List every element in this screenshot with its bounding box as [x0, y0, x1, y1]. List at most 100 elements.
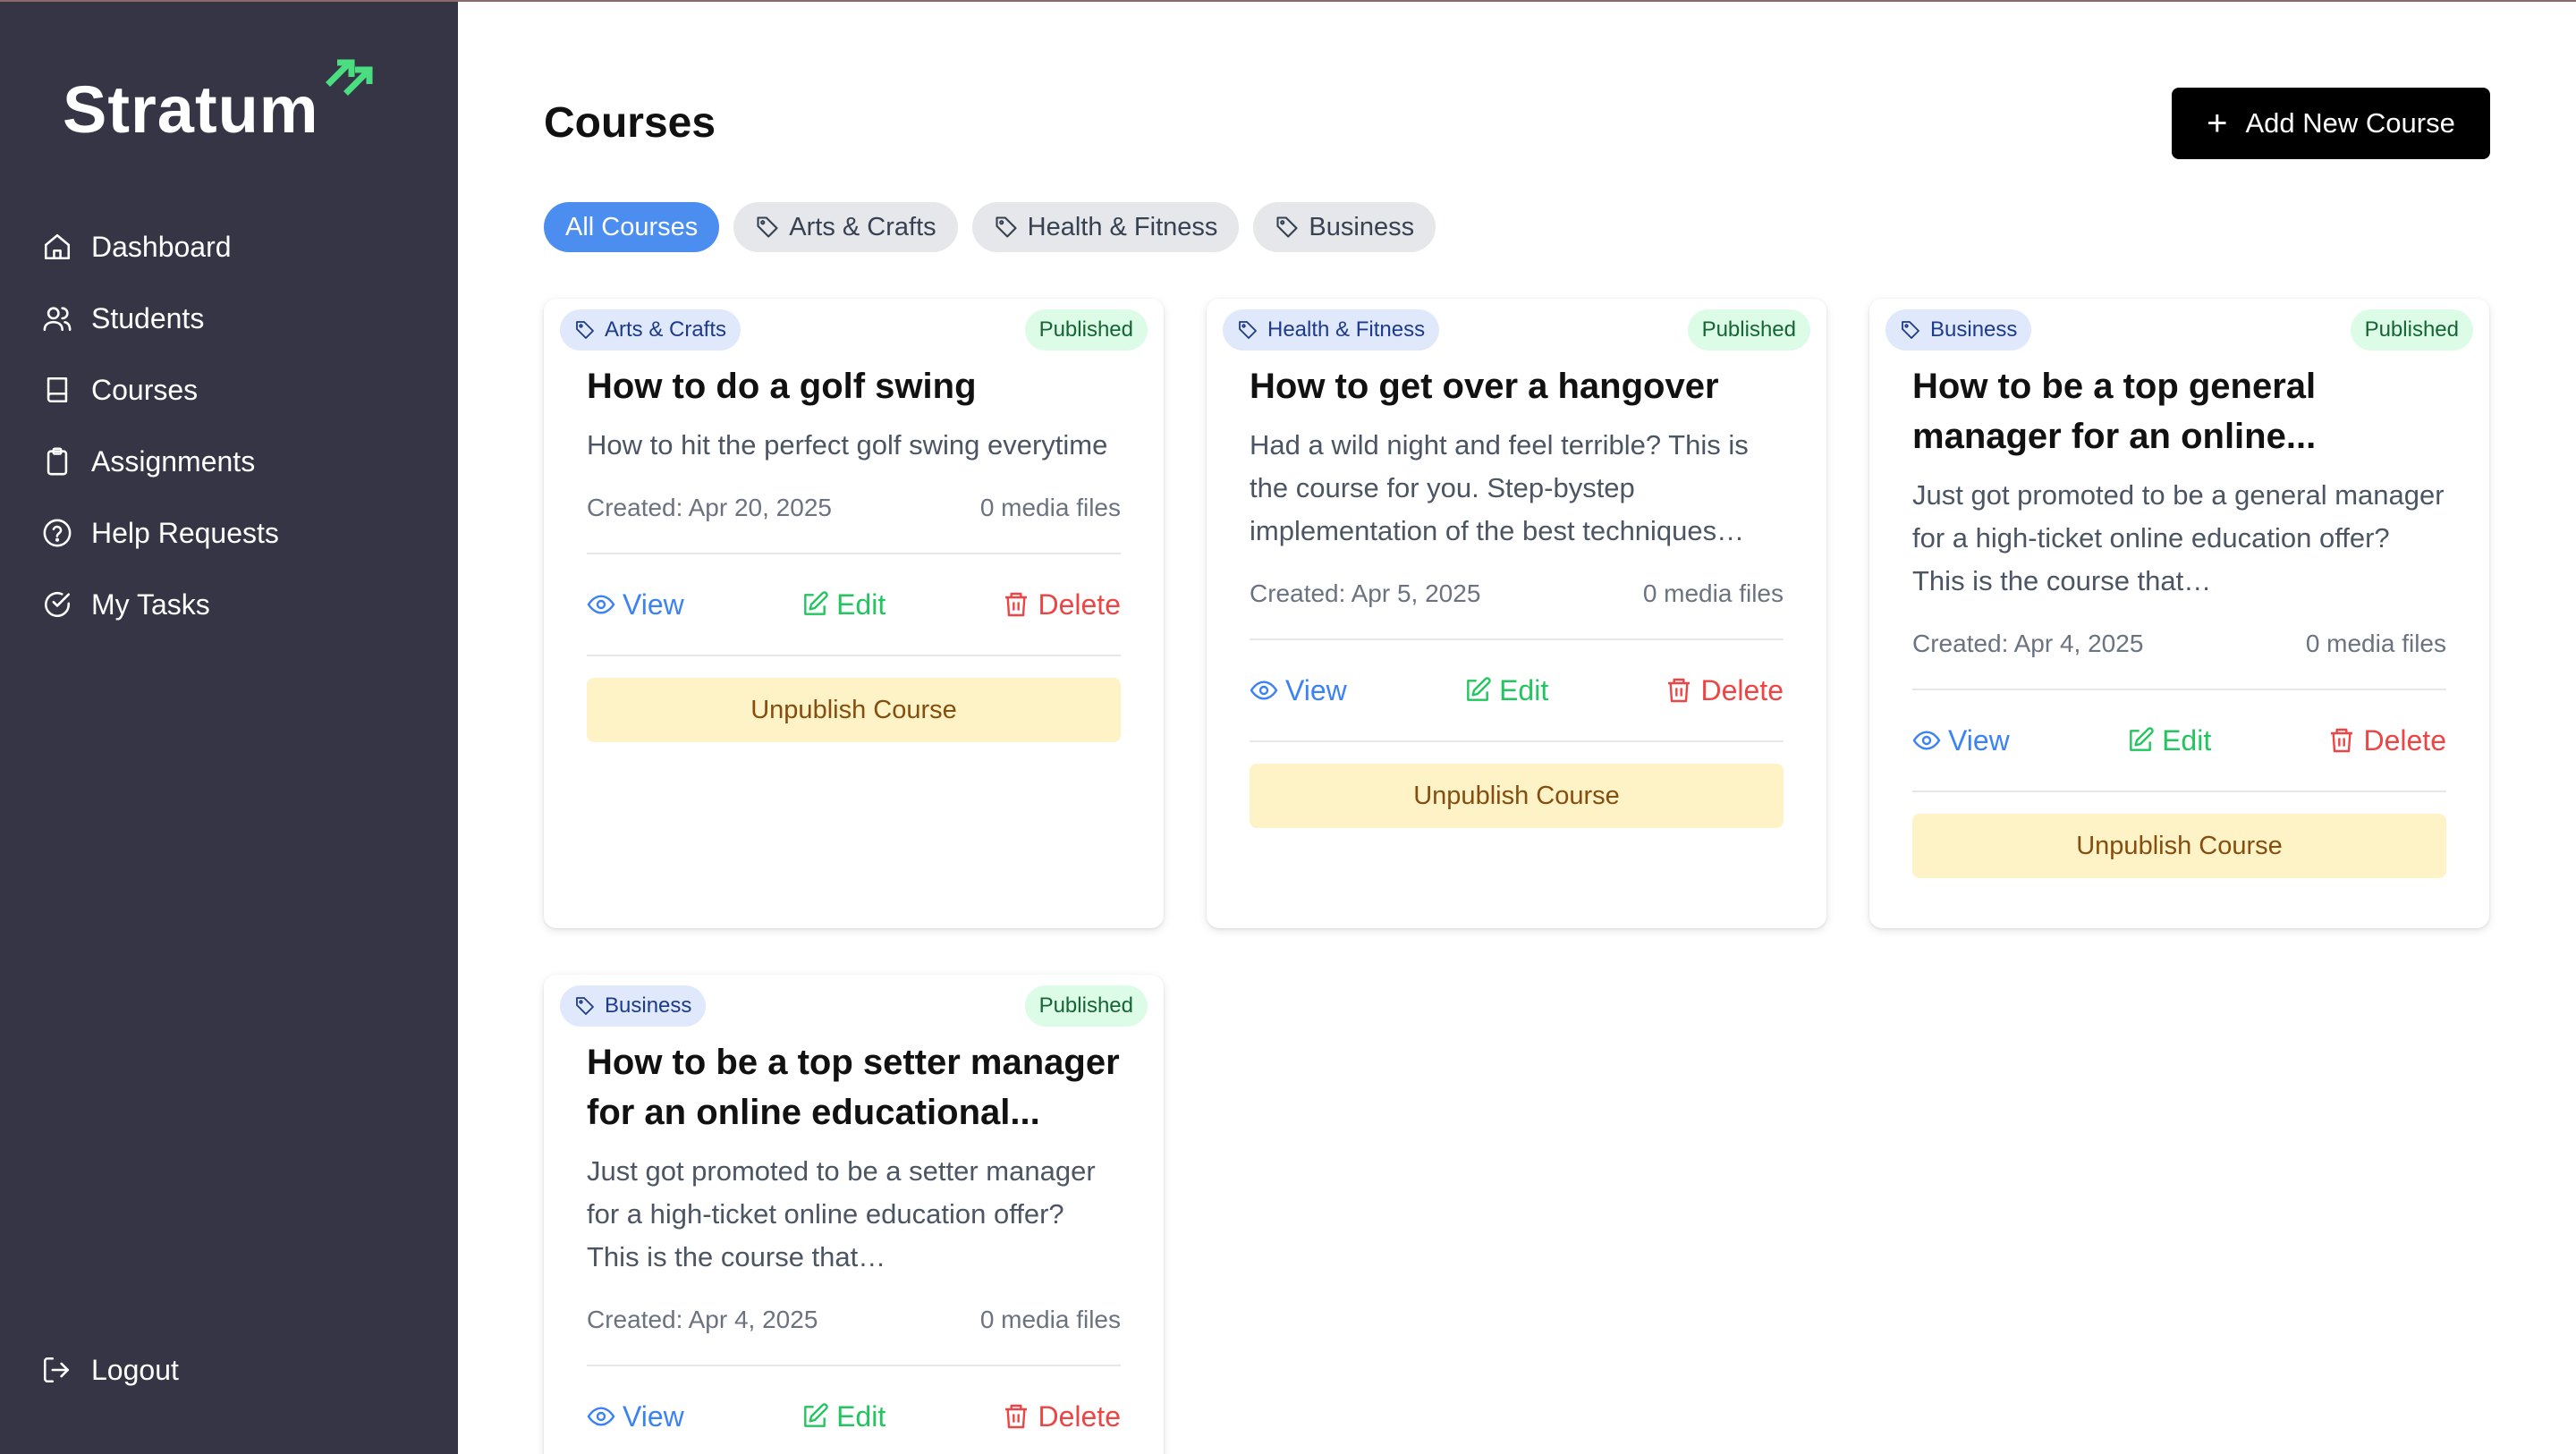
logout-label: Logout	[91, 1354, 179, 1386]
status-badge: Published	[1024, 309, 1148, 351]
check-circle-icon	[41, 588, 73, 621]
tag-icon	[576, 997, 594, 1015]
brand-logo[interactable]: Stratum	[63, 55, 375, 143]
course-description: Had a wild night and feel terrible? This…	[1250, 429, 1749, 546]
filter-all-courses[interactable]: All Courses	[544, 202, 720, 252]
filter-label: Health & Fitness	[1027, 212, 1218, 241]
sidebar-item-dashboard[interactable]: Dashboard	[41, 211, 435, 283]
view-label: View	[623, 1399, 684, 1433]
sidebar-item-assignments[interactable]: Assignments	[41, 426, 435, 497]
view-label: View	[1285, 673, 1347, 706]
filter-label: Business	[1309, 212, 1415, 241]
sidebar: Stratum Dashboard Students Courses Assig…	[0, 0, 458, 1454]
edit-label: Edit	[836, 588, 886, 621]
add-new-course-button[interactable]: + Add New Course	[2172, 88, 2490, 159]
sidebar-item-label: Help Requests	[91, 516, 279, 549]
course-description: Just got promoted to be a general manage…	[1912, 479, 2445, 596]
unpublish-course-button[interactable]: Unpublish Course	[587, 678, 1121, 742]
trash-icon	[1005, 1404, 1028, 1429]
unpublish-course-button[interactable]: Unpublish Course	[1250, 764, 1784, 828]
delete-label: Delete	[1038, 1399, 1121, 1433]
delete-button[interactable]: Delete	[1665, 674, 1784, 707]
category-label: Business	[1930, 317, 2018, 342]
status-badge: Published	[2350, 309, 2473, 351]
delete-button[interactable]: Delete	[1002, 1400, 1121, 1433]
course-description: Just got promoted to be a setter manager…	[587, 1155, 1096, 1272]
sidebar-nav: Dashboard Students Courses Assignments H…	[41, 211, 435, 640]
sidebar-item-my-tasks[interactable]: My Tasks	[41, 569, 435, 640]
created-date: Created: Apr 4, 2025	[1912, 630, 2144, 657]
edit-button[interactable]: Edit	[801, 588, 886, 621]
add-new-course-label: Add New Course	[2245, 107, 2455, 139]
edit-button[interactable]: Edit	[801, 1400, 886, 1433]
view-button[interactable]: View	[587, 588, 684, 621]
course-meta: Created: Apr 5, 2025 0 media files	[1250, 579, 1784, 640]
course-title: How to do a golf swing	[587, 367, 977, 406]
page-title: Courses	[544, 99, 716, 147]
course-meta: Created: Apr 4, 2025 0 media files	[587, 1306, 1121, 1366]
filter-health-fitness[interactable]: Health & Fitness	[971, 202, 1240, 252]
category-label: Health & Fitness	[1267, 317, 1426, 342]
help-circle-icon	[41, 517, 73, 549]
eye-icon	[587, 1407, 615, 1426]
trash-icon	[1005, 592, 1028, 617]
view-button[interactable]: View	[587, 1400, 684, 1433]
eye-icon	[1912, 731, 1941, 750]
course-actions: View Edit Delete	[1912, 690, 2446, 792]
course-card: Business Published How to be a top sette…	[544, 975, 1164, 1454]
trash-icon	[2331, 728, 2353, 753]
sidebar-item-label: Dashboard	[91, 230, 232, 263]
trash-icon	[1668, 678, 1690, 703]
delete-button[interactable]: Delete	[1002, 588, 1121, 621]
unpublish-course-button[interactable]: Unpublish Course	[1912, 814, 2446, 878]
media-count: 0 media files	[979, 494, 1121, 521]
sidebar-item-label: Courses	[91, 373, 199, 406]
delete-label: Delete	[1038, 588, 1121, 621]
sidebar-item-students[interactable]: Students	[41, 283, 435, 354]
tag-icon	[1902, 321, 1919, 339]
clipboard-icon	[41, 445, 73, 478]
course-meta: Created: Apr 4, 2025 0 media files	[1912, 630, 2446, 690]
view-label: View	[623, 588, 684, 621]
users-icon	[41, 302, 73, 334]
course-title: How to be a top setter manager for an on…	[587, 1043, 1120, 1132]
tag-icon	[996, 216, 1017, 238]
created-date: Created: Apr 20, 2025	[587, 494, 832, 521]
category-badge: Health & Fitness	[1223, 309, 1440, 351]
course-title: How to get over a hangover	[1250, 367, 1719, 406]
delete-button[interactable]: Delete	[2327, 724, 2446, 757]
edit-label: Edit	[2162, 723, 2212, 757]
course-description: How to hit the perfect golf swing everyt…	[587, 429, 1108, 461]
sidebar-item-help-requests[interactable]: Help Requests	[41, 497, 435, 569]
edit-icon	[804, 1403, 828, 1427]
edit-button[interactable]: Edit	[1463, 674, 1548, 707]
course-card: Business Published How to be a top gener…	[1869, 299, 2489, 928]
filter-arts-crafts[interactable]: Arts & Crafts	[733, 202, 958, 252]
plus-icon: +	[2207, 104, 2228, 143]
filter-business[interactable]: Business	[1253, 202, 1436, 252]
logout-button[interactable]: Logout	[41, 1354, 179, 1387]
media-count: 0 media files	[2305, 630, 2446, 657]
edit-button[interactable]: Edit	[2126, 724, 2211, 757]
category-badge: Business	[1885, 309, 2032, 351]
created-date: Created: Apr 5, 2025	[1250, 579, 1481, 607]
media-count: 0 media files	[979, 1306, 1121, 1333]
edit-label: Edit	[1499, 673, 1549, 706]
course-actions: View Edit Delete	[587, 554, 1121, 656]
edit-icon	[804, 591, 828, 615]
course-title: How to be a top general manager for an o…	[1912, 367, 2317, 456]
delete-label: Delete	[2363, 723, 2446, 757]
status-badge: Published	[1687, 309, 1810, 351]
sidebar-item-courses[interactable]: Courses	[41, 354, 435, 426]
tag-icon	[1276, 216, 1298, 238]
view-button[interactable]: View	[1250, 674, 1347, 707]
category-badge: Arts & Crafts	[560, 309, 741, 351]
sidebar-item-label: My Tasks	[91, 588, 210, 621]
brand-name: Stratum	[63, 72, 319, 147]
edit-label: Edit	[836, 1399, 886, 1433]
tag-icon	[1239, 321, 1257, 339]
edit-icon	[1467, 677, 1491, 701]
home-icon	[41, 231, 73, 263]
category-label: Arts & Crafts	[605, 317, 727, 342]
view-button[interactable]: View	[1912, 724, 2010, 757]
